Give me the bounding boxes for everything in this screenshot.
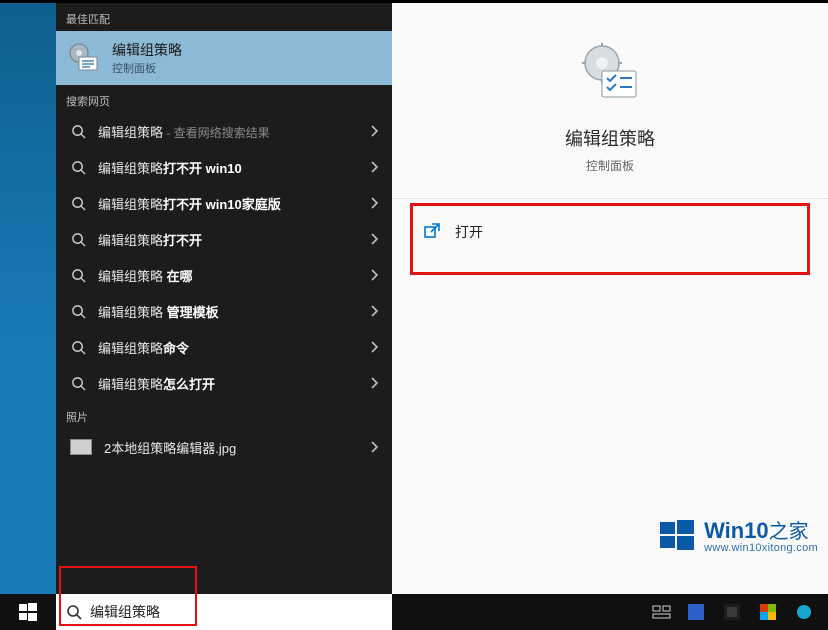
web-result-label: 编辑组策略打不开 win10家庭版 (98, 194, 281, 213)
search-icon (70, 267, 86, 283)
search-icon (70, 231, 86, 247)
photo-result-label: 2本地组策略编辑器.jpg (104, 438, 236, 457)
chevron-right-icon (370, 441, 378, 453)
chevron-right-icon (370, 197, 378, 209)
taskbar-tray (638, 604, 828, 620)
preview-title: 编辑组策略 (565, 125, 655, 151)
web-result-label: 编辑组策略打不开 (98, 230, 202, 249)
taskbar: 编辑组策略 (0, 594, 828, 630)
search-icon (66, 604, 82, 620)
chevron-right-icon (370, 305, 378, 317)
web-result-item[interactable]: 编辑组策略打不开 win10家庭版 (56, 185, 392, 221)
windows-logo-icon (660, 520, 694, 550)
search-icon (70, 159, 86, 175)
chevron-right-icon (370, 377, 378, 389)
pinned-app-icon[interactable] (760, 604, 778, 620)
chevron-right-icon (370, 233, 378, 245)
web-result-item[interactable]: 编辑组策略命令 (56, 329, 392, 365)
web-results-list: 编辑组策略 - 查看网络搜索结果 编辑组策略打不开 win10 编辑组策略打不开… (56, 113, 392, 401)
best-match-title: 编辑组策略 (112, 40, 182, 60)
search-icon (70, 375, 86, 391)
web-result-item[interactable]: 编辑组策略打不开 (56, 221, 392, 257)
control-panel-icon (66, 40, 102, 76)
divider (392, 198, 828, 199)
chevron-right-icon (370, 125, 378, 137)
taskview-icon[interactable] (652, 604, 670, 620)
taskbar-search-box[interactable]: 编辑组策略 (56, 594, 392, 630)
search-icon (70, 123, 86, 139)
chevron-right-icon (370, 269, 378, 281)
start-button[interactable] (0, 594, 56, 630)
search-icon (70, 195, 86, 211)
pinned-app-icon[interactable] (796, 604, 814, 620)
watermark-brand: Win10之家 (704, 515, 818, 544)
photo-result-item[interactable]: 2本地组策略编辑器.jpg (56, 429, 392, 465)
open-external-icon (423, 222, 441, 240)
preview-panel: 编辑组策略 控制面板 打开 Win10之家 www.win10xitong.co… (392, 3, 828, 594)
web-result-label: 编辑组策略 - 查看网络搜索结果 (98, 122, 270, 141)
web-result-label: 编辑组策略 管理模板 (98, 302, 219, 321)
desktop-left-strip (0, 3, 56, 594)
image-thumbnail-icon (70, 439, 92, 455)
web-result-item[interactable]: 编辑组策略 在哪 (56, 257, 392, 293)
watermark-url: www.win10xitong.com (704, 542, 818, 554)
control-panel-large-icon (570, 33, 650, 113)
watermark: Win10之家 www.win10xitong.com (660, 515, 818, 554)
windows-start-icon (19, 603, 37, 621)
open-action-label: 打开 (455, 222, 483, 242)
best-match-subtitle: 控制面板 (112, 60, 182, 76)
open-action[interactable]: 打开 (410, 203, 810, 275)
web-result-item[interactable]: 编辑组策略 管理模板 (56, 293, 392, 329)
pinned-app-icon[interactable] (688, 604, 706, 620)
photo-header: 照片 (56, 401, 392, 429)
best-match-header: 最佳匹配 (56, 3, 392, 31)
web-result-label: 编辑组策略怎么打开 (98, 374, 215, 393)
web-result-item[interactable]: 编辑组策略打不开 win10 (56, 149, 392, 185)
preview-subtitle: 控制面板 (586, 157, 634, 174)
chevron-right-icon (370, 161, 378, 173)
search-icon (70, 303, 86, 319)
web-result-item[interactable]: 编辑组策略 - 查看网络搜索结果 (56, 113, 392, 149)
web-result-item[interactable]: 编辑组策略怎么打开 (56, 365, 392, 401)
web-result-label: 编辑组策略打不开 win10 (98, 158, 242, 177)
best-match-item[interactable]: 编辑组策略 控制面板 (56, 31, 392, 85)
chevron-right-icon (370, 341, 378, 353)
search-icon (70, 339, 86, 355)
web-header: 搜索网页 (56, 85, 392, 113)
search-results-panel: 最佳匹配 编辑组策略 控制面板 搜索网页 编辑组策略 - 查看网络搜索结果 (56, 3, 392, 594)
web-result-label: 编辑组策略命令 (98, 338, 189, 357)
pinned-app-icon[interactable] (724, 604, 742, 620)
web-result-label: 编辑组策略 在哪 (98, 266, 193, 285)
search-input-text: 编辑组策略 (90, 602, 160, 622)
